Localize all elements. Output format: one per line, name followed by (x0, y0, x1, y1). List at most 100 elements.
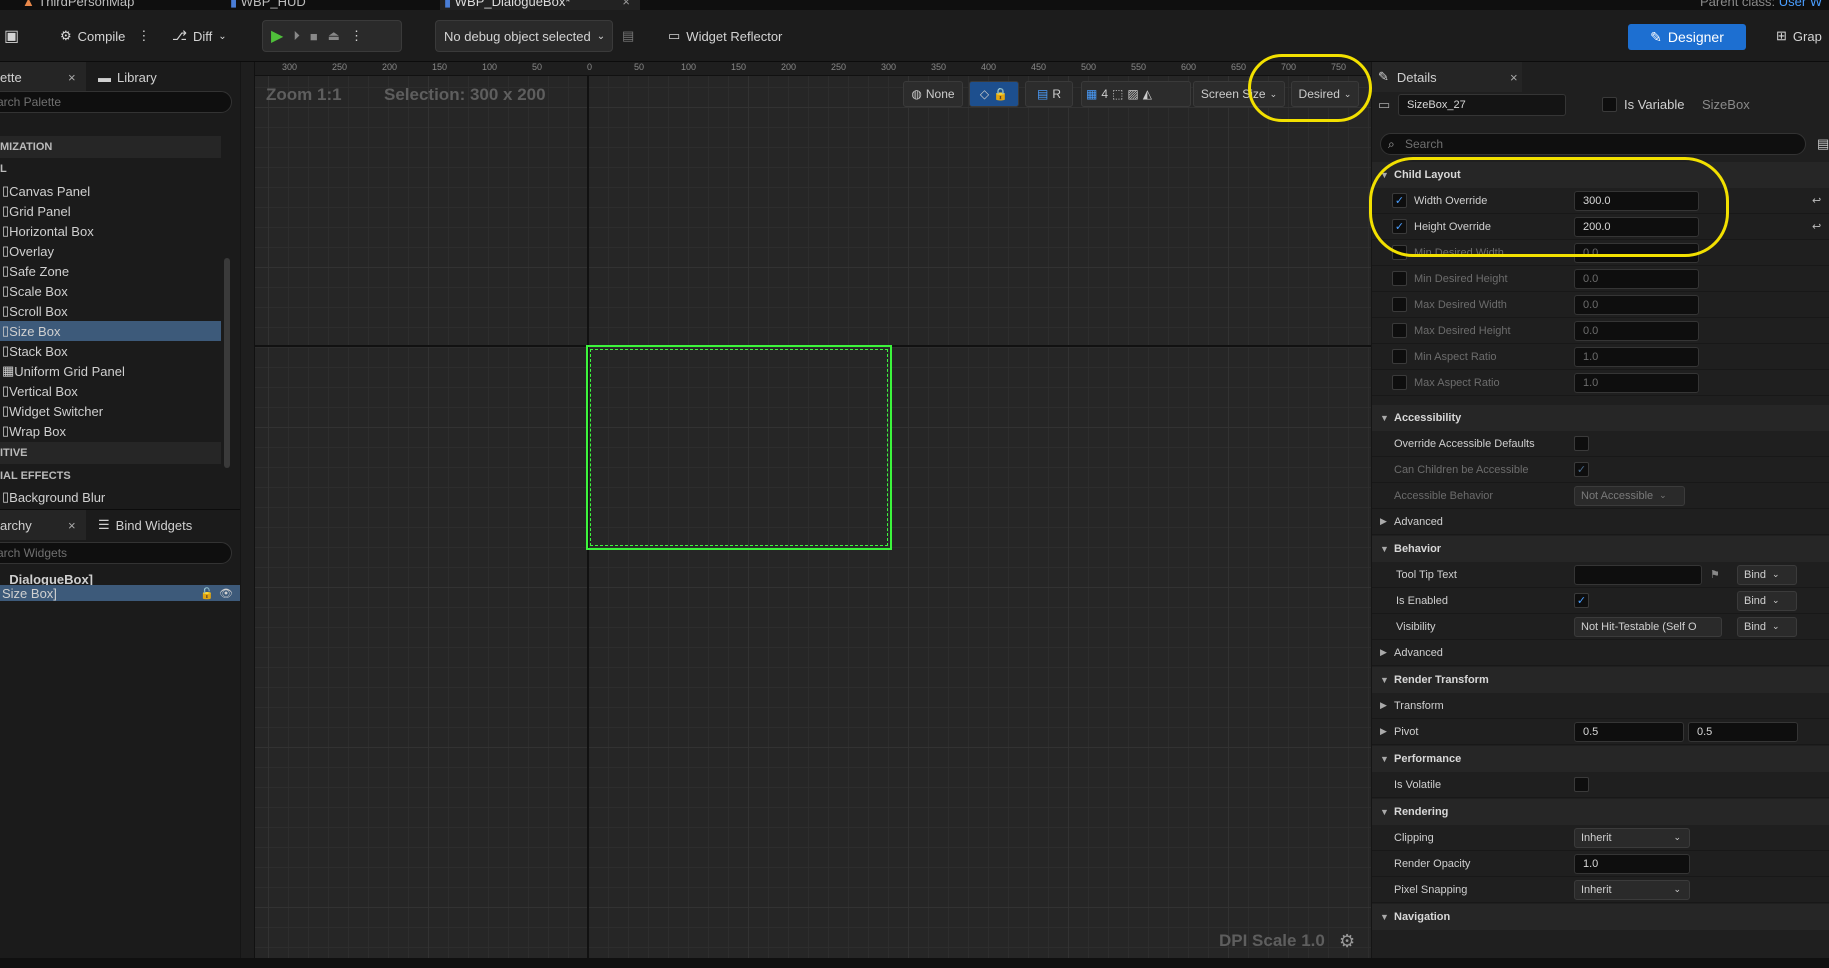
tooltip-bind-dropdown[interactable]: Bind ⌄ (1737, 564, 1797, 585)
widget-reflector-button[interactable]: ▭ Widget Reflector (668, 20, 782, 52)
palette-item-canvas-panel[interactable]: ▯ Canvas Panel (0, 181, 221, 201)
section-rendering[interactable]: ▼ Rendering (1372, 799, 1829, 825)
image-icon[interactable]: ▨ (1127, 87, 1138, 101)
debug-object-dropdown[interactable]: No debug object selected ⌄ (435, 20, 613, 52)
prop-transform[interactable]: ▶ Transform (1372, 693, 1829, 719)
override-accessible-checkbox[interactable] (1574, 436, 1589, 451)
max-desired-width-input[interactable]: 0.0 (1574, 294, 1699, 315)
palette-item-grid-panel[interactable]: ▯ Grid Panel (0, 201, 221, 221)
section-render-transform[interactable]: ▼ Render Transform (1372, 667, 1829, 693)
category-special-effects[interactable]: IAL EFFECTS (0, 465, 221, 487)
stop-icon[interactable]: ■ (310, 29, 318, 44)
diff-button[interactable]: ⎇ Diff ⌄ (172, 20, 227, 52)
min-desired-height-checkbox[interactable] (1392, 271, 1407, 286)
designer-viewport[interactable]: Zoom 1:1 Selection: 300 x 200 DPI Scale … (241, 62, 1371, 962)
close-icon[interactable]: × (1510, 70, 1518, 85)
visibility-bind-dropdown[interactable]: Bind ⌄ (1737, 616, 1797, 637)
respect-locks-toggle[interactable]: ▤ R (1025, 81, 1073, 107)
browse-button[interactable]: ▣ (4, 20, 19, 52)
pixel-snapping-dropdown[interactable]: Inherit ⌄ (1574, 879, 1690, 900)
tab-library[interactable]: ▬ Library (98, 62, 157, 92)
dpi-settings-gear-icon[interactable]: ⚙ (1339, 931, 1355, 952)
section-advanced-accessibility[interactable]: ▶ Advanced (1372, 509, 1829, 535)
section-behavior[interactable]: ▼ Behavior (1372, 536, 1829, 562)
visibility-dropdown[interactable]: Not Hit-Testable (Self O (1574, 616, 1722, 637)
palette-item-scroll-box[interactable]: ▯ Scroll Box (0, 301, 221, 321)
tab-palette[interactable]: ette × (0, 62, 86, 92)
palette-scrollbar[interactable] (224, 258, 230, 468)
tooltip-text-input[interactable] (1574, 564, 1702, 585)
section-navigation[interactable]: ▼ Navigation (1372, 904, 1829, 930)
palette-item-uniform-grid-panel[interactable]: ▦ Uniform Grid Panel (0, 361, 221, 381)
designer-mode-button[interactable]: ✎ Designer (1628, 24, 1746, 50)
tab-details[interactable]: ✎ Details × (1372, 62, 1522, 92)
palette-item-stack-box[interactable]: ▯ Stack Box (0, 341, 221, 361)
transform-lock-toggle[interactable]: ◇ 🔒 (969, 81, 1019, 107)
palette-item-vertical-box[interactable]: ▯ Vertical Box (0, 381, 221, 401)
palette-item-background-blur[interactable]: ▯ Background Blur (0, 487, 221, 507)
is-volatile-checkbox[interactable] (1574, 777, 1589, 792)
palette-item-safe-zone[interactable]: ▯ Safe Zone (0, 261, 221, 281)
close-icon[interactable]: × (68, 70, 76, 85)
palette-item-scale-box[interactable]: ▯ Scale Box (0, 281, 221, 301)
section-performance[interactable]: ▼ Performance (1372, 746, 1829, 772)
kebab-icon[interactable]: ⋮ (350, 28, 363, 44)
palette-item-horizontal-box[interactable]: ▯ Horizontal Box (0, 221, 221, 241)
children-accessible-checkbox[interactable]: ✓ (1574, 462, 1589, 477)
grid-snap-controls[interactable]: ▦ 4 ⬚ ▨ ◭ (1081, 81, 1191, 107)
palette-item-overlay[interactable]: ▯ Overlay (0, 241, 221, 261)
palette-item-wrap-box[interactable]: ▯ Wrap Box (0, 421, 221, 441)
pivot-y-input[interactable]: 0.5 (1688, 721, 1798, 742)
min-desired-height-input[interactable]: 0.0 (1574, 268, 1699, 289)
is-enabled-checkbox[interactable]: ✓ (1574, 593, 1589, 608)
min-aspect-ratio-checkbox[interactable] (1392, 349, 1407, 364)
enabled-bind-dropdown[interactable]: Bind ⌄ (1737, 590, 1797, 611)
graph-mode-button[interactable]: ⊞ Grap (1776, 20, 1822, 52)
preview-none-button[interactable]: ◍ None (903, 81, 963, 107)
accessible-behavior-dropdown[interactable]: Not Accessible ⌄ (1574, 485, 1685, 506)
section-accessibility[interactable]: ▼ Accessibility (1372, 405, 1829, 431)
max-aspect-ratio-checkbox[interactable] (1392, 375, 1407, 390)
palette-item-size-box[interactable]: ▯ Size Box (0, 321, 221, 341)
view-options-icon[interactable]: ▤ (1817, 136, 1829, 152)
tab-wbp-hud[interactable]: ▮ WBP_HUD (230, 0, 306, 10)
max-desired-height-input[interactable]: 0.0 (1574, 320, 1699, 341)
category-panel[interactable]: L (0, 158, 221, 180)
min-aspect-ratio-input[interactable]: 1.0 (1574, 346, 1699, 367)
details-search-input[interactable]: ⌕ Search (1380, 133, 1806, 155)
close-tab-icon[interactable]: × (622, 0, 630, 9)
section-advanced-behavior[interactable]: ▶ Advanced (1372, 640, 1829, 666)
cursor-icon[interactable]: ⬚ (1112, 87, 1123, 101)
collapsed-arrow-icon[interactable]: ▶ (1380, 726, 1387, 737)
reset-icon[interactable]: ↩ (1812, 220, 1821, 233)
category-primitive[interactable]: ITIVE (0, 442, 221, 464)
size-box-selection[interactable] (586, 345, 892, 550)
eject-icon[interactable]: ⏏ (328, 28, 340, 44)
max-aspect-ratio-input[interactable]: 1.0 (1574, 372, 1699, 393)
debug-filter-button[interactable]: ▤ (622, 20, 634, 52)
max-desired-width-checkbox[interactable] (1392, 297, 1407, 312)
tab-third-person-map[interactable]: ▲ ThirdPersonMap (22, 0, 134, 10)
is-variable-checkbox[interactable] (1602, 97, 1617, 112)
play-icon[interactable]: ▶ (271, 26, 283, 46)
clipping-dropdown[interactable]: Inherit ⌄ (1574, 827, 1690, 848)
max-desired-height-checkbox[interactable] (1392, 323, 1407, 338)
flip-icon[interactable]: ◭ (1143, 87, 1152, 101)
render-opacity-input[interactable]: 1.0 (1574, 853, 1690, 874)
step-icon[interactable]: ⏵ (293, 28, 300, 44)
close-icon[interactable]: × (68, 518, 76, 533)
palette-item-widget-switcher[interactable]: ▯ Widget Switcher (0, 401, 221, 421)
eye-icon[interactable]: 👁 (219, 587, 233, 600)
tab-hierarchy[interactable]: archy × (0, 510, 86, 540)
category-optimization[interactable]: MIZATION (0, 136, 221, 158)
tab-bind-widgets[interactable]: ☰ Bind Widgets (98, 510, 192, 540)
parent-class-link[interactable]: User W (1779, 0, 1822, 9)
compile-button[interactable]: ⚙ Compile ⋮ (60, 20, 150, 52)
reset-icon[interactable]: ↩ (1812, 194, 1821, 207)
widget-name-input[interactable]: SizeBox_27 (1398, 94, 1566, 116)
palette-search-input[interactable]: arch Palette (0, 91, 232, 113)
hierarchy-item-size-box[interactable]: Size Box] 🔓 👁 (0, 585, 240, 601)
hierarchy-search-input[interactable]: arch Widgets (0, 542, 232, 564)
lock-icon[interactable]: 🔓 (200, 587, 214, 600)
flag-icon[interactable]: ⚑ (1710, 568, 1720, 581)
